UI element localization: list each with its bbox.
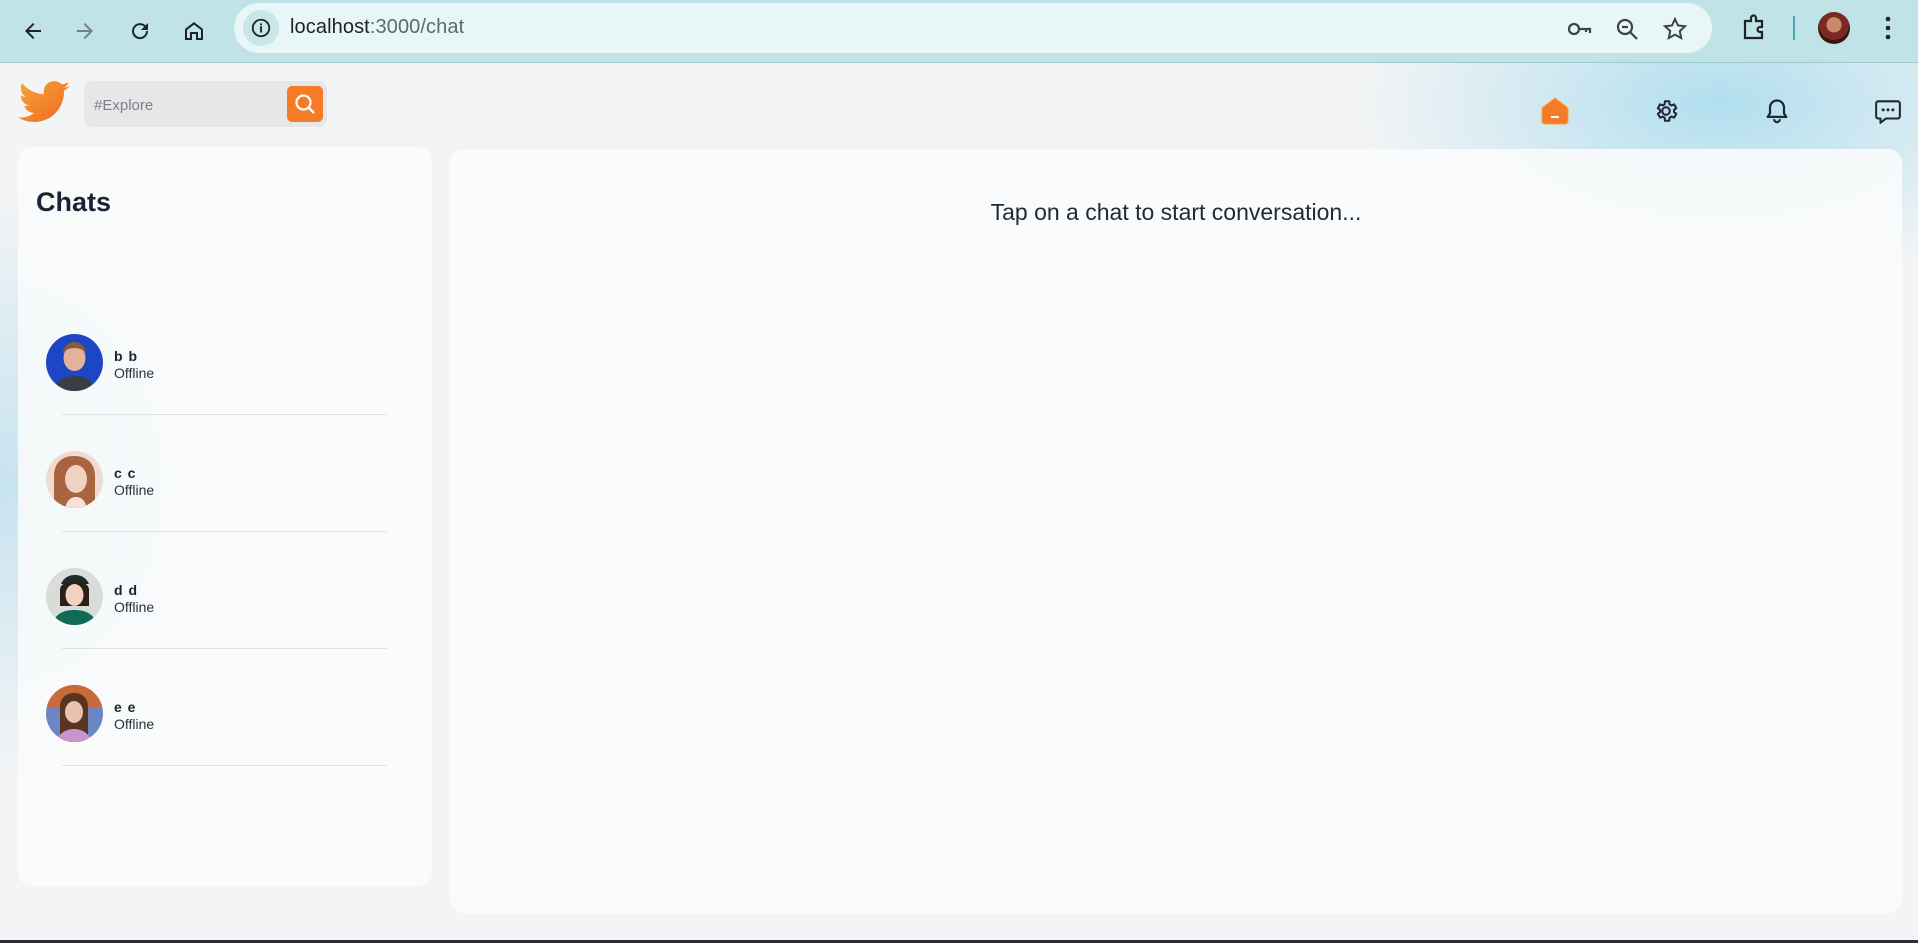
search-button[interactable] (287, 86, 323, 122)
profile-avatar[interactable] (1818, 12, 1850, 44)
settings-gear-icon[interactable] (1651, 96, 1681, 126)
toolbar-divider (1793, 16, 1795, 40)
chat-divider (62, 531, 387, 532)
app-root: Chats b b Offline c c Offline d d Offlin… (0, 63, 1918, 943)
address-bar[interactable]: localhost:3000/chat (234, 3, 1712, 53)
chat-list-item[interactable]: b b Offline (46, 334, 406, 451)
avatar (46, 334, 103, 391)
chat-divider (62, 414, 387, 415)
password-key-icon[interactable] (1566, 16, 1592, 42)
chat-status: Offline (114, 482, 155, 498)
search-icon (295, 94, 315, 114)
avatar (46, 685, 103, 742)
avatar (46, 451, 103, 508)
chat-divider (62, 765, 387, 766)
chat-divider (62, 648, 387, 649)
notification-bell-icon[interactable] (1762, 96, 1792, 126)
chats-panel: Chats b b Offline c c Offline d d Offlin… (18, 147, 432, 886)
url-text[interactable]: localhost:3000/chat (290, 16, 464, 39)
chat-list-item[interactable]: c c Offline (46, 451, 406, 568)
search-input[interactable] (92, 91, 276, 119)
chat-name: c c (114, 465, 137, 481)
bookmark-star-icon[interactable] (1662, 16, 1688, 42)
chat-status: Offline (114, 365, 155, 381)
zoom-icon[interactable] (1614, 16, 1640, 42)
conversation-panel: Tap on a chat to start conversation... (450, 149, 1902, 913)
forward-arrow-icon[interactable] (66, 12, 104, 50)
site-info-icon[interactable] (243, 10, 279, 46)
home-icon[interactable] (1540, 96, 1570, 126)
more-menu-icon[interactable] (1876, 14, 1900, 42)
search-box (84, 81, 327, 127)
chat-status: Offline (114, 599, 155, 615)
url-path: :3000/chat (369, 16, 465, 38)
extensions-icon[interactable] (1740, 13, 1768, 41)
chat-name: d d (114, 582, 138, 598)
chat-status: Offline (114, 716, 155, 732)
chat-name: e e (114, 699, 137, 715)
twitter-bird-logo[interactable] (17, 80, 71, 126)
browser-toolbar: localhost:3000/chat (0, 0, 1918, 63)
chats-title: Chats (36, 187, 112, 217)
avatar (46, 568, 103, 625)
chat-list-item[interactable]: e e Offline (46, 685, 406, 802)
chat-name: b b (114, 348, 138, 364)
conversation-empty-hint: Tap on a chat to start conversation... (990, 199, 1362, 225)
reload-icon[interactable] (121, 12, 159, 50)
chat-list-item[interactable]: d d Offline (46, 568, 406, 685)
messages-icon[interactable] (1873, 96, 1903, 126)
back-arrow-icon[interactable] (14, 12, 52, 50)
url-host: localhost (290, 16, 370, 38)
home-icon[interactable] (175, 12, 213, 50)
